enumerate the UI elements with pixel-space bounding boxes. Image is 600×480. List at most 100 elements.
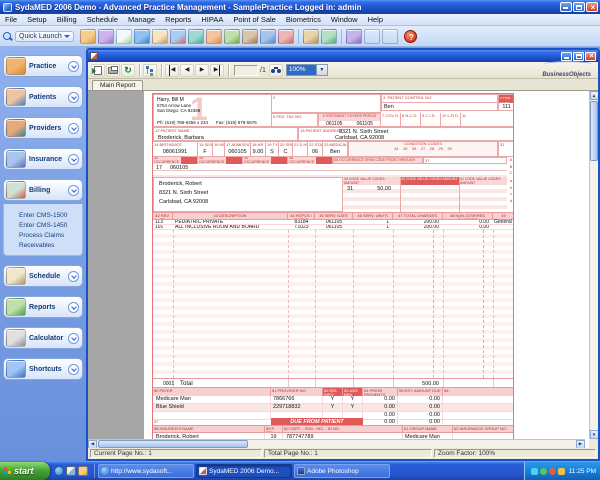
calculator-icon: [6, 329, 26, 347]
sidebar-billing-link[interactable]: Process Claims: [19, 231, 82, 241]
tray-icon[interactable]: [558, 468, 565, 475]
form-box10: 10 L-R D.: [441, 113, 461, 127]
export-icon: [94, 66, 102, 75]
quick-launch-button[interactable]: Quick Launch: [15, 31, 74, 42]
dropdown-arrow-icon[interactable]: ▼: [316, 65, 327, 75]
scroll-up-icon[interactable]: ▲: [590, 91, 599, 100]
toolbar-icon[interactable]: [224, 29, 240, 44]
toolbar-icon[interactable]: [116, 29, 132, 44]
toolbar-icon[interactable]: [382, 29, 398, 44]
menu-item[interactable]: Window: [326, 14, 363, 26]
zoom-combobox[interactable]: 100% ▼: [286, 64, 328, 76]
toolbar-icon[interactable]: [98, 29, 114, 44]
tray-icon[interactable]: [540, 468, 547, 475]
menu-item[interactable]: Reports: [160, 14, 196, 26]
sidebar-item-reports[interactable]: Reports: [3, 296, 83, 318]
group-tree-button[interactable]: [143, 64, 157, 77]
form-box37: 37: [423, 157, 507, 164]
form-payer-headers: 50 PAYER51 PROVIDER NO.52 REL INFO53 ASG…: [153, 388, 514, 396]
close-button[interactable]: ×: [586, 2, 598, 12]
taskbar-task-photoshop[interactable]: Adobe Photoshop: [294, 464, 390, 478]
quick-launch-icon[interactable]: [78, 466, 88, 476]
vertical-scroll-thumb[interactable]: [590, 101, 598, 161]
taskbar-task-sydamed[interactable]: SydaMED 2006 Demo...: [196, 464, 292, 478]
sidebar-billing-link[interactable]: Enter CMS-1450: [19, 221, 82, 231]
sidebar-item-patients[interactable]: Patients: [3, 86, 83, 108]
menu-item[interactable]: Billing: [52, 14, 82, 26]
toolbar-icon[interactable]: [346, 29, 362, 44]
next-page-button[interactable]: ▶: [195, 64, 209, 77]
scroll-left-icon[interactable]: ◀: [88, 440, 97, 449]
toolbar-icon[interactable]: [260, 29, 276, 44]
maximize-button[interactable]: [573, 2, 585, 12]
toolbar-icon[interactable]: [80, 29, 96, 44]
refresh-button[interactable]: ↻: [121, 64, 135, 77]
help-icon[interactable]: [404, 30, 417, 43]
insured-column-header: 60 CERT. - SSN - HIC. - ID NO.: [283, 426, 403, 432]
form-field: 14 BIRTHDATE08061991: [153, 141, 198, 157]
toolbar-icon[interactable]: [170, 29, 186, 44]
vertical-scrollbar[interactable]: ▲ ▼: [589, 91, 598, 439]
chevron-down-icon[interactable]: [68, 154, 79, 165]
toolbar-icon[interactable]: [134, 29, 150, 44]
internet-explorer-icon[interactable]: [54, 466, 64, 476]
chevron-down-icon[interactable]: [68, 61, 79, 72]
taskbar-task-browser[interactable]: http://www.sydasoft...: [98, 464, 194, 478]
toolbar-icon[interactable]: [206, 29, 222, 44]
toolbar-icon[interactable]: [278, 29, 294, 44]
toolbar-icon[interactable]: [188, 29, 204, 44]
menu-item[interactable]: Manage: [123, 14, 160, 26]
chevron-down-icon[interactable]: [68, 271, 79, 282]
sidebar-item-calculator[interactable]: Calculator: [3, 327, 83, 349]
chevron-down-icon[interactable]: [68, 364, 79, 375]
menu-item[interactable]: Biometrics: [281, 14, 326, 26]
scroll-right-icon[interactable]: ▶: [576, 440, 585, 449]
tray-icon[interactable]: [531, 468, 538, 475]
sidebar-item-schedule[interactable]: Schedule: [3, 265, 83, 287]
scroll-down-icon[interactable]: ▼: [590, 430, 599, 439]
sidebar-item-practice[interactable]: Practice: [3, 55, 83, 77]
chevron-down-icon[interactable]: [68, 92, 79, 103]
sidebar-billing-link[interactable]: Receivables: [19, 241, 82, 251]
chevron-down-icon: [64, 35, 70, 38]
horizontal-scrollbar[interactable]: ◀ ▶: [88, 439, 585, 448]
menu-item[interactable]: HIPAA: [196, 14, 228, 26]
page-number-input[interactable]: [234, 65, 258, 76]
sidebar-item-insurance[interactable]: Insurance: [3, 148, 83, 170]
form-condition-codes: CONDITION CODES 24 25 26 27 28 29 30: [348, 141, 498, 157]
chevron-down-icon[interactable]: [68, 333, 79, 344]
tray-icon[interactable]: [549, 468, 556, 475]
form-service-headers: 42 REV. CD.43 DESCRIPTION44 HCPCS / RATE…: [153, 212, 514, 220]
sidebar-item-providers[interactable]: Providers: [3, 117, 83, 139]
menu-item[interactable]: Help: [363, 14, 388, 26]
toolbar-icon[interactable]: [321, 29, 337, 44]
toolbar-icon[interactable]: [303, 29, 319, 44]
toolbar-icon[interactable]: [152, 29, 168, 44]
menu-item[interactable]: Setup: [22, 14, 52, 26]
previous-page-button[interactable]: ◀: [180, 64, 194, 77]
show-desktop-icon[interactable]: [66, 466, 76, 476]
minimize-button[interactable]: [560, 2, 572, 12]
chevron-down-icon[interactable]: [68, 302, 79, 313]
start-button[interactable]: start: [0, 462, 50, 480]
first-page-button[interactable]: ◀: [165, 64, 179, 77]
toolbar-icon[interactable]: [364, 29, 380, 44]
chevron-down-icon[interactable]: [68, 123, 79, 134]
menu-item[interactable]: File: [0, 14, 22, 26]
sidebar-item-billing[interactable]: Billing: [3, 179, 83, 201]
tab-main-report[interactable]: Main Report: [92, 80, 143, 90]
horizontal-scroll-thumb[interactable]: [98, 440, 248, 448]
binoculars-icon: [271, 67, 281, 73]
form-field: 19 TYPES: [266, 141, 279, 157]
export-button[interactable]: [91, 64, 105, 77]
sidebar-item-shortcuts[interactable]: Shortcuts: [3, 358, 83, 380]
photoshop-icon: [297, 467, 305, 475]
sidebar-billing-link[interactable]: Enter CMS-1500: [19, 211, 82, 221]
menu-item[interactable]: Point of Sale: [228, 14, 281, 26]
toolbar-icon[interactable]: [242, 29, 258, 44]
last-page-button[interactable]: ▶: [210, 64, 224, 77]
menu-item[interactable]: Schedule: [82, 14, 123, 26]
print-button[interactable]: [106, 64, 120, 77]
find-button[interactable]: [269, 64, 283, 77]
chevron-up-icon[interactable]: [68, 185, 79, 196]
